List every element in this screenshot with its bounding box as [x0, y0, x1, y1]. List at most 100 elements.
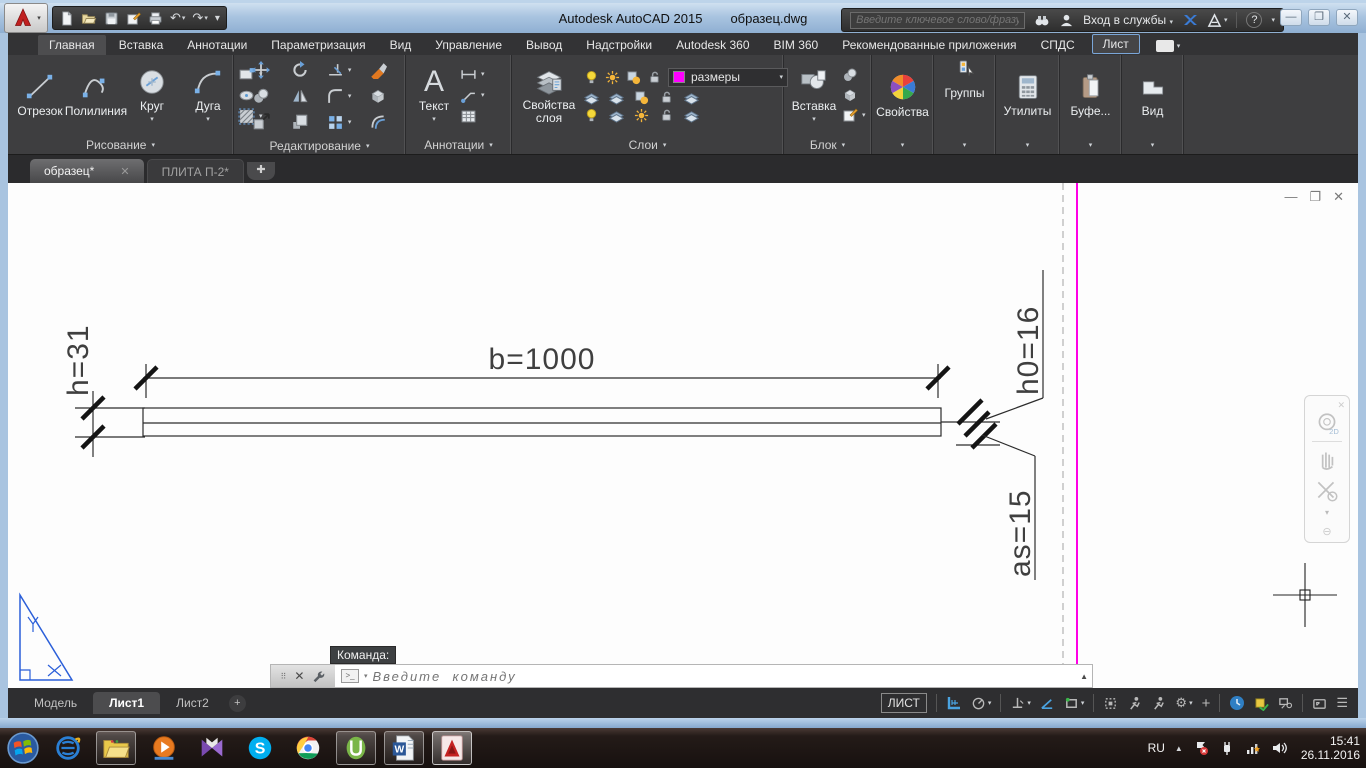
command-line[interactable]: ⠿ ✕ >_ ▾ ▲ — [270, 664, 1093, 688]
doc-tab-obrazec[interactable]: образец* ✕ — [30, 159, 144, 183]
taskbar-media-player[interactable] — [144, 731, 184, 765]
mirror-icon[interactable] — [291, 87, 309, 105]
doc-restore-button[interactable]: ❐ — [1309, 189, 1321, 205]
taskbar-explorer[interactable] — [96, 731, 136, 765]
layer-walk-icon[interactable] — [609, 108, 624, 123]
tab-spds[interactable]: СПДС — [1030, 35, 1086, 55]
panel-properties[interactable]: Свойства ▾ — [872, 55, 934, 154]
wrench-icon[interactable] — [311, 669, 325, 683]
make-current-layer-icon[interactable] — [584, 90, 599, 105]
close-icon[interactable]: ✕ — [294, 669, 304, 683]
copy-icon[interactable] — [252, 87, 270, 105]
hardware-acceleration-toggle[interactable] — [1229, 695, 1245, 711]
taskbar-autocad[interactable] — [432, 731, 472, 765]
close-button[interactable]: ✕ — [1336, 9, 1358, 26]
steering-wheel-icon[interactable] — [1314, 411, 1340, 437]
ribbon-minimize-button[interactable]: ▾ — [1156, 40, 1181, 52]
tab-addins[interactable]: Надстройки — [575, 35, 663, 55]
match-layer-icon[interactable] — [609, 90, 624, 105]
layer-unlock-icon[interactable] — [659, 108, 674, 123]
command-input-zone[interactable]: >_ ▾ — [335, 665, 1092, 687]
search-input[interactable] — [850, 12, 1025, 29]
tab-view[interactable]: Вид — [379, 35, 423, 55]
new-drawing-tab-button[interactable]: ✚ — [247, 162, 275, 180]
layout1-tab[interactable]: Лист1 — [93, 692, 160, 714]
autodesk-exchange-icon[interactable] — [1182, 12, 1198, 28]
clock[interactable]: 15:41 26.11.2016 — [1301, 734, 1360, 762]
explode-icon[interactable] — [369, 87, 387, 105]
chevron-down-icon[interactable]: ▾ — [364, 672, 368, 680]
panel-expand-utilities[interactable]: ▾ — [996, 135, 1059, 154]
panel-label-layers[interactable]: Слои▾ — [512, 135, 783, 154]
model-tab[interactable]: Модель — [18, 692, 93, 714]
customization-menu-button[interactable]: ☰ — [1336, 695, 1348, 711]
tab-insert[interactable]: Вставка — [108, 35, 175, 55]
layer-freeze-isolate-icon[interactable] — [634, 90, 649, 105]
panel-label-draw[interactable]: Рисование▾ — [8, 135, 233, 154]
power-plug-icon[interactable] — [1219, 740, 1235, 756]
workspace-plus-button[interactable]: + — [1202, 695, 1211, 712]
tab-layout[interactable]: Лист — [1092, 34, 1140, 54]
pan-hand-icon[interactable] — [1314, 446, 1340, 472]
close-icon[interactable]: ✕ — [120, 165, 129, 178]
grid-display-toggle[interactable] — [946, 695, 962, 711]
doc-minimize-button[interactable]: — — [1284, 189, 1297, 205]
erase-icon[interactable] — [369, 61, 387, 79]
plot-status-button[interactable] — [1254, 696, 1269, 711]
annotation-scale-button[interactable]: ⚙▾ — [1175, 695, 1192, 711]
layout2-tab[interactable]: Лист2 — [160, 692, 225, 714]
layer-isolate-icon[interactable] — [584, 108, 599, 123]
command-history-up-icon[interactable]: ▲ — [1080, 672, 1088, 681]
search-binoculars-icon[interactable] — [1034, 12, 1050, 28]
rotate-icon[interactable] — [291, 61, 309, 79]
tab-manage[interactable]: Управление — [424, 35, 513, 55]
zoom-extents-icon[interactable] — [1314, 478, 1340, 504]
language-indicator[interactable]: RU — [1148, 741, 1165, 755]
help-button[interactable]: ? — [1246, 12, 1262, 28]
panel-expand-view[interactable]: ▾ — [1122, 135, 1183, 154]
panel-label-annotation[interactable]: Аннотации▾ — [406, 135, 511, 154]
autodesk-app-button[interactable]: ▾ — [1207, 13, 1228, 28]
layer-thaw-sun-icon[interactable] — [605, 70, 620, 85]
layer-properties-button[interactable]: Свойства слоя — [518, 65, 580, 126]
panel-expand-groups[interactable]: ▾ — [934, 135, 995, 154]
close-icon[interactable]: ✕ — [1337, 400, 1345, 411]
speaker-icon[interactable] — [1271, 740, 1287, 756]
save-as-button[interactable] — [126, 11, 141, 26]
taskbar-chrome[interactable] — [288, 731, 328, 765]
panel-utilities[interactable]: Утилиты ▾ — [996, 55, 1060, 154]
panel-groups[interactable]: Группы ▾ — [934, 55, 996, 154]
layer-lock-icon[interactable] — [647, 70, 662, 85]
scale-icon[interactable] — [291, 113, 309, 131]
stretch-icon[interactable] — [252, 113, 270, 131]
tab-autodesk360[interactable]: Autodesk 360 — [665, 35, 760, 55]
panel-clipboard[interactable]: Буфе... ▾ — [1060, 55, 1122, 154]
taskbar-media-app[interactable] — [192, 731, 232, 765]
line-button[interactable]: Отрезок — [14, 71, 66, 119]
paper-space-button[interactable]: ЛИСТ — [881, 693, 927, 713]
fillet-button[interactable]: ▾ — [327, 88, 352, 105]
text-button[interactable]: A Текст▾ — [412, 66, 456, 124]
annotation-visibility-toggle[interactable] — [1127, 696, 1142, 711]
tab-parametric[interactable]: Параметризация — [260, 35, 376, 55]
snap-mode-toggle[interactable]: ▾ — [971, 696, 992, 711]
new-button[interactable] — [59, 11, 74, 26]
circle-button[interactable]: Круг▾ — [126, 66, 178, 124]
leader-button[interactable]: ▾ — [460, 87, 485, 104]
plot-button[interactable] — [148, 11, 163, 26]
insert-block-button[interactable]: Вставка▾ — [790, 66, 838, 124]
tab-home[interactable]: Главная — [38, 35, 106, 55]
save-button[interactable] — [104, 11, 119, 26]
navigation-bar[interactable]: ✕ ▾ ⊖ — [1304, 395, 1350, 543]
taskbar-word[interactable] — [384, 731, 424, 765]
panel-expand-clipboard[interactable]: ▾ — [1060, 135, 1121, 154]
command-input[interactable] — [373, 669, 1092, 684]
block-editor-button[interactable]: ▾ — [842, 107, 866, 123]
quick-properties-toggle[interactable] — [1278, 696, 1293, 711]
drawing-canvas[interactable]: b=1000 h=31 h0=16 — [8, 183, 1358, 688]
tab-output[interactable]: Вывод — [515, 35, 573, 55]
qat-customize-button[interactable]: ▾ — [215, 13, 220, 24]
tab-featured-apps[interactable]: Рекомендованные приложения — [831, 35, 1027, 55]
panel-label-modify[interactable]: Редактирование▾ — [234, 137, 405, 154]
offset-icon[interactable] — [369, 113, 387, 131]
